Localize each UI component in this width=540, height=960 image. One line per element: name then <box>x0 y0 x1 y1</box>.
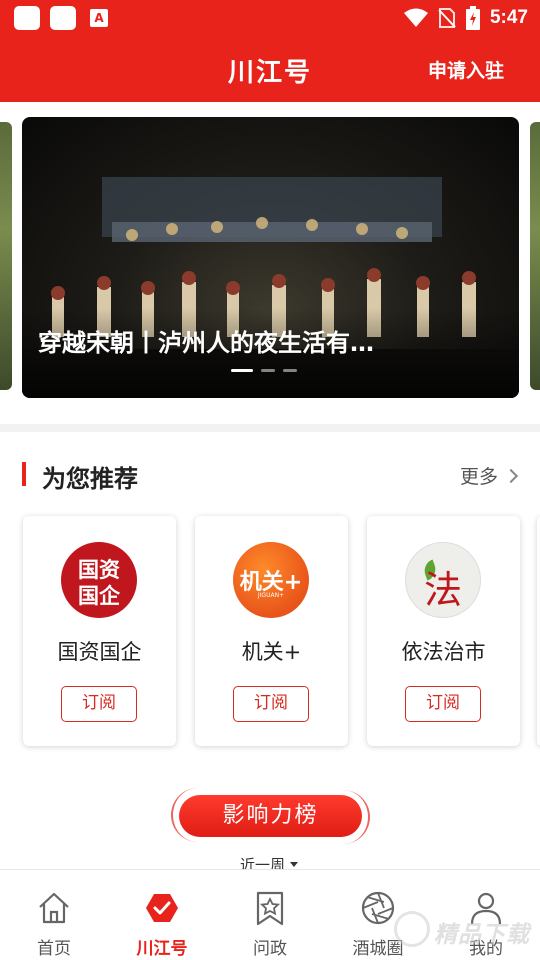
banner-next-peek[interactable] <box>530 122 540 390</box>
section-title: 为您推荐 <box>42 465 138 493</box>
carousel-dot <box>261 369 275 372</box>
logo-text: 法 <box>423 568 462 612</box>
caret-down-icon <box>290 862 299 867</box>
subscribe-button[interactable]: 订阅 <box>405 686 481 722</box>
more-label: 更多 <box>459 466 498 488</box>
font-icon: A <box>90 9 108 27</box>
hexagon-check-icon <box>146 894 178 922</box>
section-divider <box>0 424 540 432</box>
channel-name: 依法治市 <box>401 640 486 664</box>
bookmark-star-icon <box>256 891 284 926</box>
carousel-dot <box>231 369 253 372</box>
app-icon <box>14 6 40 30</box>
watermark-text: 精品下载 <box>434 922 530 948</box>
jiguan-logo: 机关+ JIGUAN+ <box>233 542 309 618</box>
battery-charging-icon <box>465 6 480 30</box>
nav-label: 川江号 <box>136 939 188 959</box>
wifi-icon <box>403 8 428 27</box>
status-time: 5:47 <box>489 7 528 28</box>
channel-card[interactable]: 法 依法治市 订阅 <box>367 516 520 746</box>
fazhi-logo: 法 <box>405 542 481 618</box>
aperture-icon <box>361 891 395 925</box>
guozi-logo: 国资 国企 <box>61 542 137 618</box>
home-icon <box>39 892 69 924</box>
nav-label: 首页 <box>37 939 71 959</box>
banner-prev-peek[interactable] <box>0 122 12 390</box>
banner-carousel[interactable]: 穿越宋朝丨泸州人的夜生活有… <box>22 117 519 398</box>
carousel-dot <box>283 369 297 372</box>
more-link[interactable]: 更多 <box>459 462 519 489</box>
watermark-logo-icon <box>394 911 430 947</box>
chevron-right-icon <box>503 468 519 483</box>
subscribe-button[interactable]: 订阅 <box>61 686 137 722</box>
channel-name: 机关+ <box>241 640 302 664</box>
nav-label: 问政 <box>253 939 287 959</box>
channel-name: 国资国企 <box>57 640 142 664</box>
influence-ranking-button[interactable]: 影响力榜 <box>179 795 362 837</box>
logo-text: JIGUAN+ <box>257 592 285 599</box>
app-icon <box>50 6 76 30</box>
apply-join-button[interactable]: 申请入驻 <box>428 56 504 83</box>
nav-item-chuanjianghao[interactable]: 川江号 <box>108 870 216 960</box>
subscribe-button[interactable]: 订阅 <box>233 686 309 722</box>
logo-text: 国企 <box>78 583 120 608</box>
banner-caption[interactable]: 穿越宋朝丨泸州人的夜生活有… <box>38 323 508 358</box>
no-sim-icon <box>438 8 456 28</box>
app-header: A 5:47 川江号 申请入驻 <box>0 0 540 102</box>
channel-card[interactable]: 国资 国企 国资国企 订阅 <box>23 516 176 746</box>
nav-item-home[interactable]: 首页 <box>0 870 108 960</box>
watermark: 精品下载 <box>392 905 540 955</box>
status-bar: A 5:47 <box>0 0 540 36</box>
nav-item-wenzheng[interactable]: 问政 <box>216 870 324 960</box>
channel-card[interactable]: 机关+ JIGUAN+ 机关+ 订阅 <box>195 516 348 746</box>
section-accent-bar <box>22 462 26 486</box>
carousel-indicator <box>231 369 297 372</box>
